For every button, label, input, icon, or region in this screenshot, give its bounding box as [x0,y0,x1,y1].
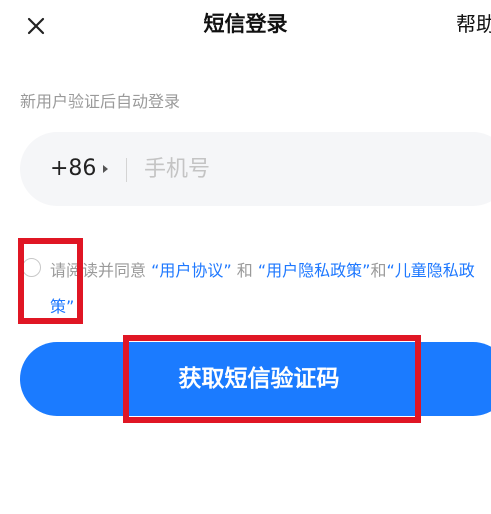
get-sms-code-label: 获取短信验证码 [178,366,340,392]
agreement-prefix: 请阅读并同意 [50,261,152,280]
user-agreement-link[interactable]: “用户协议” [151,261,232,280]
page-title: 短信登录 [203,12,288,36]
new-user-hint: 新用户验证后自动登录 [20,92,181,111]
caret-right-icon [103,165,108,173]
agreement-and-2: 和 [370,261,387,280]
phone-number-input[interactable] [140,150,488,188]
agreement-and-1: 和 [231,261,258,280]
help-link[interactable]: 帮助 [456,8,491,40]
privacy-policy-link[interactable]: “用户隐私政策” [258,261,371,280]
field-divider [126,158,127,182]
agreement-text: 请阅读并同意 “用户协议” 和 “用户隐私政策”和“儿童隐私政策” [50,253,490,325]
agreement-checkbox[interactable] [22,258,41,277]
country-code-selector[interactable]: +86 [50,153,96,185]
